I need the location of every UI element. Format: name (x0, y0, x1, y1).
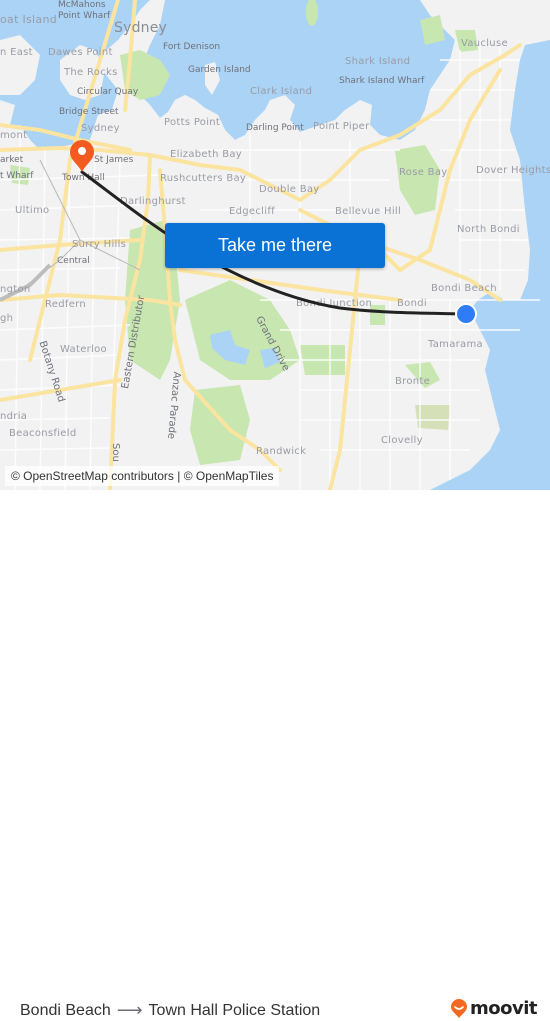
right-arrow-icon: ⟶ (116, 1000, 143, 1020)
label-circular-quay: Circular Quay (77, 87, 139, 97)
label-waterloo: Waterloo (60, 344, 107, 355)
label-bridge-street: Bridge Street (59, 107, 119, 117)
label-vaucluse: Vaucluse (461, 38, 508, 49)
moovit-logo[interactable]: moovit (450, 998, 538, 1019)
label-fort-denison: Fort Denison (163, 42, 221, 52)
label-darlington: ngton (0, 284, 31, 295)
label-goat-island: oat Island (0, 13, 58, 26)
label-bondi: Bondi (397, 298, 427, 309)
origin-name: Bondi Beach (20, 1001, 111, 1019)
label-redfern: Redfern (45, 299, 87, 310)
label-bondi-beach: Bondi Beach (431, 283, 497, 294)
route-summary: Bondi Beach ⟶ Town Hall Police Station (20, 1000, 320, 1021)
label-shark-island-wharf: Shark Island Wharf (339, 76, 425, 86)
label-tamarama: Tamarama (428, 339, 483, 350)
map-attribution[interactable]: © OpenStreetMap contributors | © OpenMap… (5, 466, 280, 486)
label-surry-hills: Surry Hills (72, 239, 127, 250)
label-potts-point: Potts Point (164, 117, 221, 128)
attribution-text[interactable]: © OpenStreetMap contributors | © OpenMap… (11, 469, 273, 483)
label-dover-heights: Dover Heights (476, 165, 550, 176)
label-clovelly: Clovelly (381, 435, 423, 446)
label-darling-point: Darling Point (246, 123, 304, 133)
label-north-bondi: North Bondi (457, 224, 520, 235)
label-wharf: t Wharf (0, 171, 34, 181)
label-bellevue-hill: Bellevue Hill (335, 206, 402, 217)
label-darlinghurst: Darlinghurst (120, 196, 186, 207)
label-town-hall: Town Hall (62, 173, 105, 183)
destination-name: Town Hall Police Station (148, 1001, 321, 1019)
label-rose-bay: Rose Bay (399, 167, 448, 178)
label-ultimo: Ultimo (15, 205, 50, 216)
label-garden-island: Garden Island (188, 65, 251, 75)
label-mcmahons-point-wharf: McMahons Point Wharf (58, 0, 111, 21)
label-central: Central (57, 256, 90, 266)
label-south-dowling: Sou (110, 443, 121, 462)
moovit-pin-icon (451, 998, 467, 1018)
label-pyrmont: mont (0, 130, 28, 141)
label-sydney-city: Sydney (114, 20, 168, 36)
label-rushcutters-bay: Rushcutters Bay (160, 173, 247, 184)
label-shark-island: Shark Island (345, 56, 411, 67)
label-elizabeth-bay: Elizabeth Bay (170, 149, 242, 160)
label-double-bay: Double Bay (259, 184, 320, 195)
take-me-there-button[interactable]: Take me there (165, 223, 385, 268)
label-dawes-point: Dawes Point (48, 47, 113, 58)
label-edgecliff: Edgecliff (229, 206, 275, 217)
label-point-piper: Point Piper (313, 121, 370, 132)
label-the-rocks: The Rocks (64, 67, 118, 78)
label-bronte: Bronte (395, 376, 431, 387)
label-eveleigh: gh (0, 313, 14, 324)
footer: Bondi Beach ⟶ Town Hall Police Station m… (0, 490, 550, 1020)
label-st-james: St James (94, 155, 134, 165)
label-market-city: arket (0, 155, 24, 165)
label-randwick: Randwick (256, 446, 307, 457)
label-beaconsfield: Beaconsfield (9, 428, 77, 439)
label-balmain-east: n East (0, 47, 33, 58)
brand-name: moovit (470, 998, 538, 1019)
label-alexandria: ndria (0, 411, 28, 422)
label-clark-island: Clark Island (250, 86, 313, 97)
label-bondi-junction: Bondi Junction (296, 298, 373, 309)
map[interactable]: oat Island McMahons Point Wharf Sydney n… (0, 0, 550, 490)
label-sydney-station: Sydney (81, 123, 120, 134)
